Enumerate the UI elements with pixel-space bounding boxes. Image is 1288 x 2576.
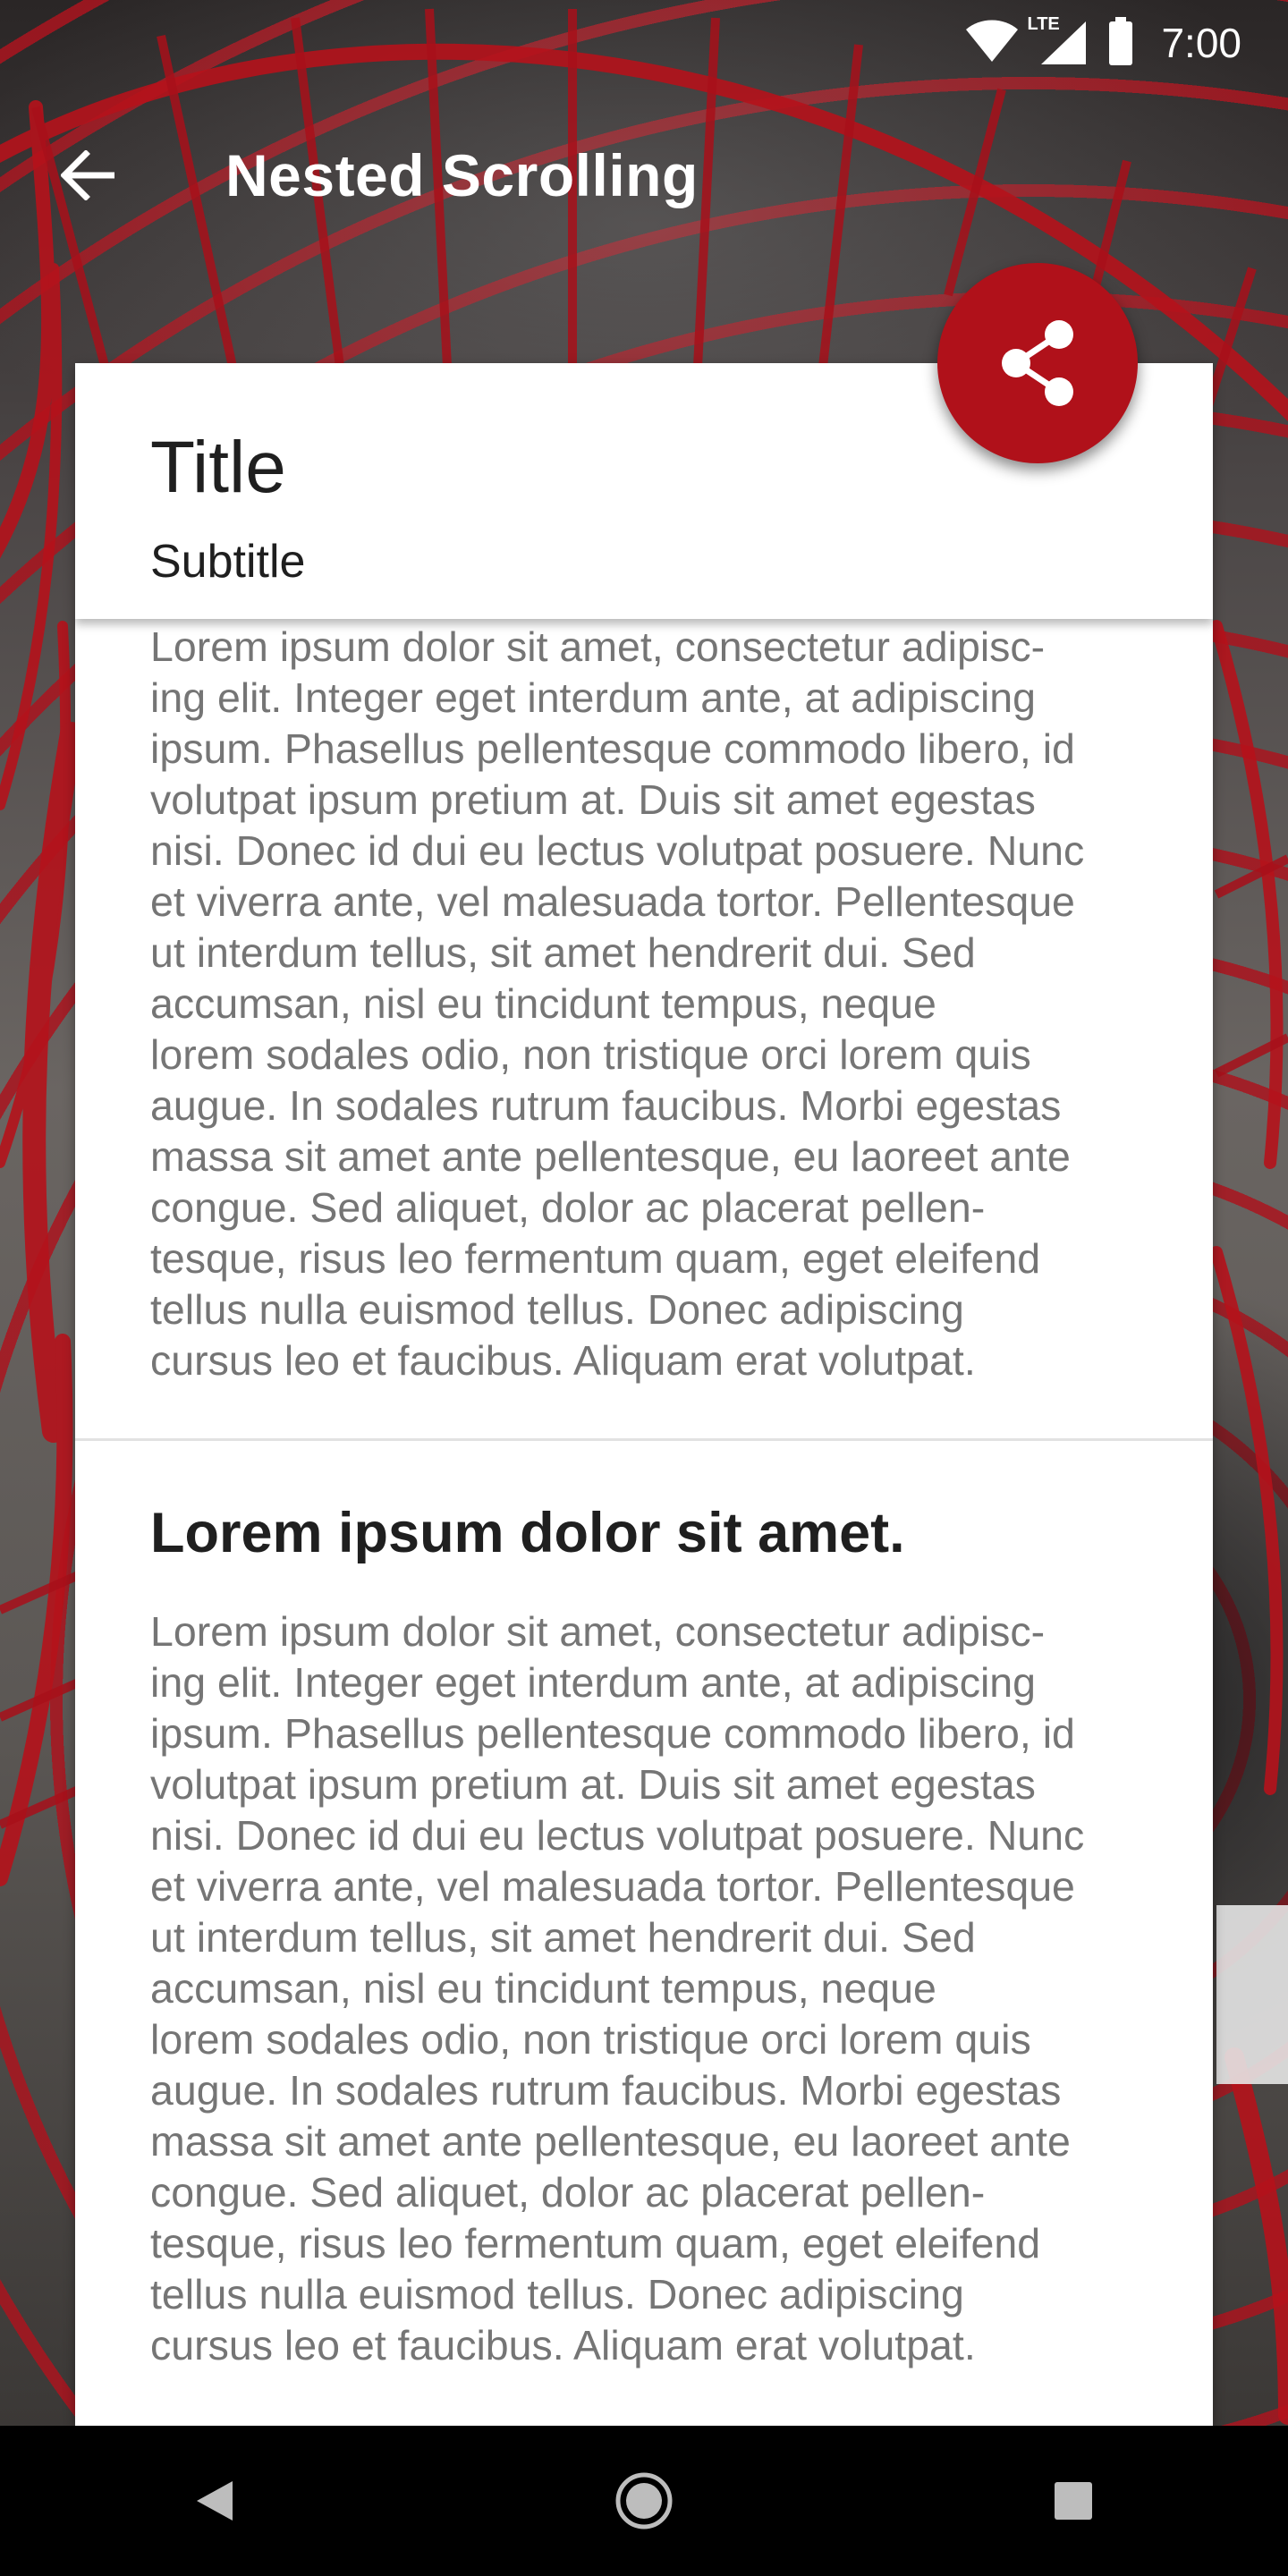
back-button[interactable] xyxy=(34,122,141,229)
share-button[interactable] xyxy=(937,263,1138,463)
status-bar: LTE 7:00 xyxy=(0,0,1288,86)
back-triangle-icon xyxy=(197,2481,233,2521)
share-icon xyxy=(1002,320,1073,406)
system-nav-bar xyxy=(0,2426,1288,2576)
recents-square-icon xyxy=(1055,2482,1092,2520)
screen: LTE 7:00 Nested Scrolling Title Subtitle… xyxy=(0,0,1288,2576)
app-title: Nested Scrolling xyxy=(225,142,699,208)
nav-back-button[interactable] xyxy=(140,2426,290,2576)
section-2-heading: Lorem ipsum dolor sit amet. xyxy=(150,1502,905,1564)
cell-signal-icon: LTE xyxy=(1027,14,1088,66)
card-subtitle: Subtitle xyxy=(150,536,306,588)
app-bar: Nested Scrolling xyxy=(0,86,1288,265)
wifi-icon xyxy=(964,19,1020,67)
card-title: Title xyxy=(150,427,286,508)
section-2-body: Lorem ipsum dolor sit amet, consectetur … xyxy=(150,1608,1085,2368)
battery-icon xyxy=(1107,17,1134,69)
nav-recents-button[interactable] xyxy=(998,2426,1148,2576)
nav-home-button[interactable] xyxy=(569,2426,719,2576)
arrow-back-icon xyxy=(61,150,114,200)
content-card[interactable]: Title Subtitle Lorem ipsum dolor sit ame… xyxy=(75,363,1213,2426)
home-circle-icon xyxy=(615,2472,673,2529)
section-1-body: Lorem ipsum dolor sit amet, consectetur … xyxy=(150,623,1085,1384)
status-time: 7:00 xyxy=(1161,20,1241,66)
network-type-label: LTE xyxy=(1027,14,1060,34)
section-divider xyxy=(75,1438,1213,1441)
